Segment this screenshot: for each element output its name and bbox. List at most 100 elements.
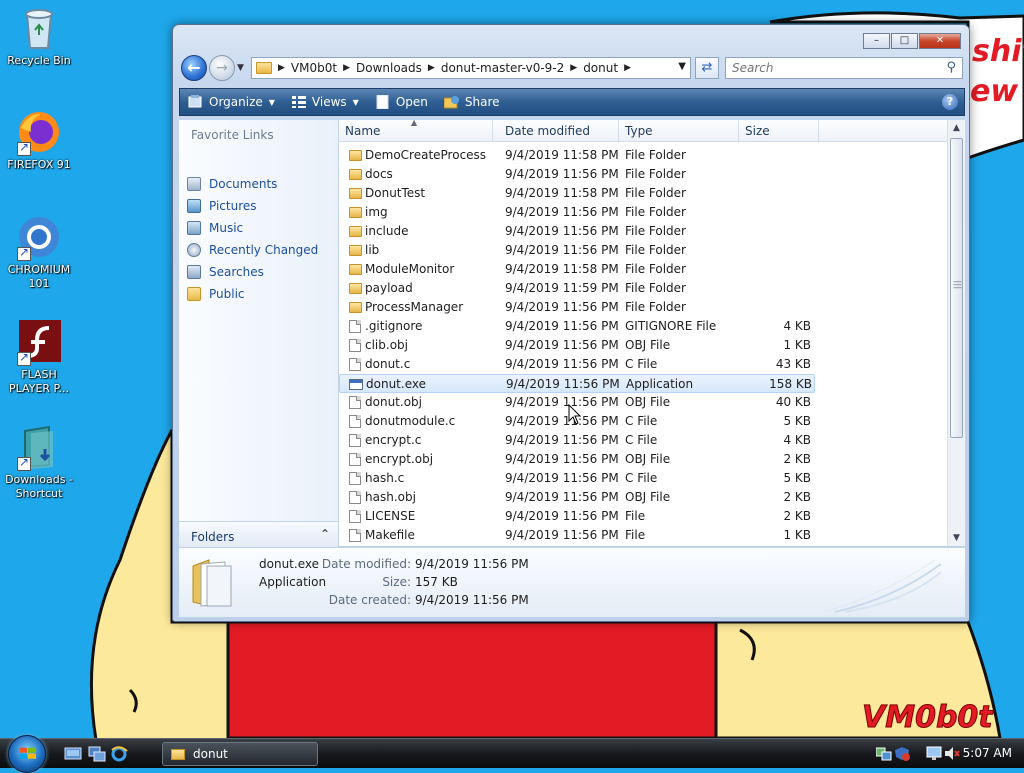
minimize-button[interactable]: – <box>863 33 890 49</box>
internet-explorer-icon[interactable] <box>110 746 128 762</box>
application-icon <box>349 379 363 390</box>
nav-link-label: Searches <box>209 265 264 279</box>
column-header-name[interactable]: Name ▲ <box>339 118 493 142</box>
nav-link-recently-changed[interactable]: Recently Changed <box>187 240 318 260</box>
desktop-icon-recycle-bin[interactable]: Recycle Bin <box>0 4 78 68</box>
switch-windows-icon[interactable] <box>88 746 106 762</box>
table-row[interactable]: docs 9/4/2019 11:56 PM File Folder <box>339 165 815 184</box>
breadcrumb-donut[interactable]: donut <box>583 61 618 75</box>
public-folder-icon <box>187 287 201 301</box>
table-row[interactable]: lib 9/4/2019 11:56 PM File Folder <box>339 241 815 260</box>
breadcrumb-vm0b0t[interactable]: VM0b0t <box>291 61 337 75</box>
folder-icon <box>256 62 272 74</box>
organize-label: Organize <box>209 95 263 109</box>
nav-link-label: Public <box>209 287 245 301</box>
file-icon <box>349 339 361 352</box>
file-name: donut.c <box>365 357 411 371</box>
table-row[interactable]: encrypt.c 9/4/2019 11:56 PM C File 4 KB <box>339 431 815 450</box>
desktop-icon-chromium[interactable]: CHROMIUM 101 <box>0 213 78 291</box>
file-type: File <box>625 528 646 542</box>
breadcrumb-separator-icon[interactable]: ▶ <box>570 63 577 73</box>
wallpaper-text-ew: ew <box>970 74 1019 109</box>
breadcrumb-downloads[interactable]: Downloads <box>356 61 422 75</box>
security-alert-icon[interactable] <box>894 746 910 761</box>
table-row[interactable]: ModuleMonitor 9/4/2019 11:58 PM File Folde… <box>339 260 815 279</box>
breadcrumb-donut-master[interactable]: donut-master-v0-9-2 <box>441 61 564 75</box>
nav-link-public[interactable]: Public <box>187 284 245 304</box>
share-icon <box>443 95 460 109</box>
desktop-icon-flash-player[interactable]: FLASH PLAYER P... <box>0 318 78 396</box>
file-size: 4 KB <box>783 319 811 333</box>
breadcrumb-separator-icon[interactable]: ▶ <box>428 63 435 73</box>
folder-icon <box>171 748 185 760</box>
views-button[interactable]: Views ▼ <box>283 89 367 115</box>
organize-button[interactable]: Organize ▼ <box>180 89 283 115</box>
taskbar-clock[interactable]: 5:07 AM <box>963 746 1012 760</box>
breadcrumb-separator-icon[interactable]: ▶ <box>624 63 631 73</box>
folder-icon <box>349 264 362 275</box>
search-box[interactable]: ⚲ <box>725 57 963 79</box>
table-row[interactable]: hash.obj 9/4/2019 11:56 PM OBJ File 2 KB <box>339 488 815 507</box>
file-size: 40 KB <box>775 395 811 409</box>
file-date-modified: 9/4/2019 11:58 PM <box>505 262 619 276</box>
nav-link-searches[interactable]: Searches <box>187 262 264 282</box>
flash-player-icon <box>15 318 63 366</box>
table-row[interactable]: payload 9/4/2019 11:59 PM File Folder <box>339 279 815 298</box>
file-name: img <box>365 205 388 219</box>
desktop-icon-label: FIREFOX 91 <box>7 158 71 171</box>
show-desktop-icon[interactable] <box>64 746 82 762</box>
table-row[interactable]: DemoCreateProcess 9/4/2019 11:58 PM File F… <box>339 146 815 165</box>
file-type: File Folder <box>625 167 686 181</box>
table-row[interactable]: img 9/4/2019 11:56 PM File Folder <box>339 203 815 222</box>
refresh-button[interactable]: ⇄ <box>695 57 719 79</box>
search-input[interactable] <box>730 59 930 77</box>
help-icon[interactable]: ? <box>942 94 958 110</box>
scroll-down-icon[interactable]: ▼ <box>948 530 965 546</box>
forward-button[interactable]: → <box>209 55 235 81</box>
scroll-up-icon[interactable]: ▲ <box>948 120 965 136</box>
desktop-icon-downloads-shortcut[interactable]: Downloads - Shortcut <box>0 423 78 501</box>
table-row[interactable]: clib.obj 9/4/2019 11:56 PM OBJ File 1 KB <box>339 336 815 355</box>
nav-link-pictures[interactable]: Pictures <box>187 196 257 216</box>
table-row[interactable]: hash.c 9/4/2019 11:56 PM C File 5 KB <box>339 469 815 488</box>
details-created-value: 9/4/2019 11:56 PM <box>415 593 529 607</box>
table-row[interactable]: LICENSE 9/4/2019 11:56 PM File 2 KB <box>339 507 815 526</box>
desktop-icon-firefox[interactable]: FIREFOX 91 <box>0 108 78 172</box>
column-header-type[interactable]: Type <box>619 120 739 142</box>
file-name: encrypt.c <box>365 433 422 447</box>
close-button[interactable]: ✕ <box>919 33 961 49</box>
file-type: File Folder <box>625 148 686 162</box>
recent-pages-dropdown[interactable]: ▼ <box>237 63 247 73</box>
forward-arrow-icon: → <box>216 60 228 76</box>
table-row[interactable]: Makefile 9/4/2019 11:56 PM File 1 KB <box>339 526 815 545</box>
maximize-button[interactable]: □ <box>891 33 918 49</box>
file-type: File Folder <box>625 262 686 276</box>
file-type: GITIGNORE File <box>625 319 717 333</box>
network-icon[interactable] <box>876 746 892 761</box>
table-row[interactable]: ProcessManager 9/4/2019 11:56 PM File Fold… <box>339 298 815 317</box>
table-row[interactable]: include 9/4/2019 11:56 PM File Folder <box>339 222 815 241</box>
column-header-size[interactable]: Size <box>739 120 819 142</box>
table-row[interactable]: encrypt.obj 9/4/2019 11:56 PM OBJ File 2 KB <box>339 450 815 469</box>
table-row[interactable]: .gitignore 9/4/2019 11:56 PM GITIGNORE Fil… <box>339 317 815 336</box>
nav-link-music[interactable]: Music <box>187 218 243 238</box>
address-bar[interactable]: ▶ VM0b0t ▶ Downloads ▶ donut-master-v0-9… <box>251 57 691 79</box>
scrollbar-thumb[interactable]: — — — <box>950 138 963 438</box>
display-icon[interactable] <box>926 746 942 761</box>
open-button[interactable]: Open <box>367 89 436 115</box>
table-row[interactable]: donut.exe 9/4/2019 11:56 PM Application 158… <box>339 374 815 393</box>
taskbar-button-donut[interactable]: donut <box>162 742 318 766</box>
column-header-date-modified[interactable]: Date modified <box>499 120 619 142</box>
back-button[interactable]: ← <box>181 55 207 81</box>
search-icon[interactable]: ⚲ <box>946 60 956 75</box>
share-button[interactable]: Share <box>436 89 508 115</box>
volume-muted-icon[interactable] <box>944 746 960 761</box>
table-row[interactable]: DonutTest 9/4/2019 11:58 PM File Folder <box>339 184 815 203</box>
breadcrumb-separator-icon[interactable]: ▶ <box>343 63 350 73</box>
nav-link-documents[interactable]: Documents <box>187 174 277 194</box>
folders-toggle[interactable]: Folders ⌃ <box>179 521 339 547</box>
address-dropdown-icon[interactable]: ▼ <box>678 61 686 72</box>
table-row[interactable]: donut.c 9/4/2019 11:56 PM C File 43 KB <box>339 355 815 374</box>
vertical-scrollbar[interactable]: ▲ — — — ▼ <box>947 120 965 546</box>
start-button[interactable] <box>8 735 46 773</box>
